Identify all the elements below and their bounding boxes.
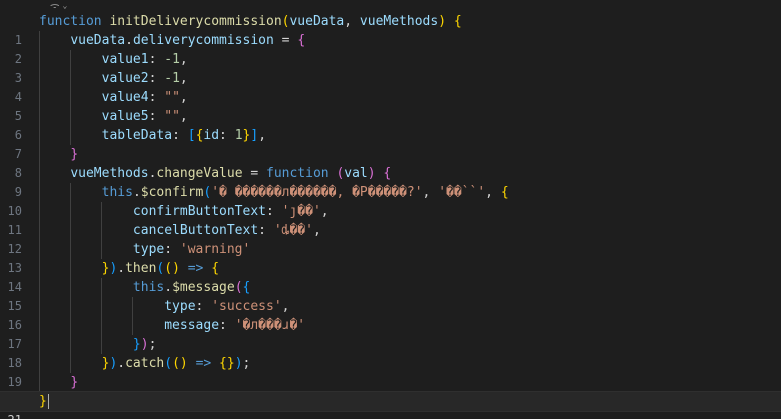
string: "": [164, 109, 180, 124]
code-line-active[interactable]: 21 }: [0, 391, 781, 419]
code-text: }: [70, 375, 79, 390]
code-text: type: 'warning': [132, 242, 251, 257]
code-text: cancelButtonText: 'ȡ��',: [132, 223, 321, 238]
code-text: confirmButtonText: 'ȷ��',: [132, 204, 329, 219]
code-line[interactable]: 18 });: [0, 335, 781, 370]
property: cancelButtonText: [132, 223, 259, 238]
code-line[interactable]: 20 }: [0, 373, 781, 408]
code-line[interactable]: 4 value2: -1,: [0, 69, 781, 104]
code-line[interactable]: 10 this.$confirm('� ������л������, �Р���…: [0, 183, 781, 218]
code-line[interactable]: 17 message: '�л���ɹ�': [0, 316, 781, 351]
property: message: [164, 318, 220, 333]
param: val: [344, 166, 368, 181]
string: '� ������л������, �Р�����?': [211, 185, 423, 200]
number: -1: [164, 71, 180, 86]
method-name: $message: [172, 280, 235, 295]
param: vueMethods: [359, 14, 439, 29]
code-text: }).catch(() => {});: [101, 356, 251, 371]
code-text: type: 'success',: [164, 299, 290, 314]
breadcrumb[interactable]: ᯙ ⌄: [50, 0, 67, 12]
keyword: function: [39, 14, 102, 29]
code-text: vueData.deliverycommission = {: [70, 33, 306, 48]
line-number: 21: [0, 411, 22, 419]
code-line[interactable]: 6 value5: "",: [0, 107, 781, 142]
chevron-down-icon[interactable]: ⌄: [63, 1, 68, 11]
method-name: catch: [125, 356, 165, 371]
code-text: this.$confirm('� ������л������, �Р�����?…: [101, 185, 509, 200]
property: value1: [101, 52, 149, 67]
code-text: vueMethods.changeValue = function (val) …: [70, 166, 392, 181]
method-name: $confirm: [140, 185, 204, 200]
string: 'ȡ��': [273, 223, 313, 238]
code-text: value5: "",: [101, 109, 188, 124]
breadcrumb-symbol[interactable]: ᯙ: [50, 1, 60, 11]
code-line[interactable]: 15 this.$message({: [0, 278, 781, 313]
property: type: [132, 242, 165, 257]
property: deliverycommission: [132, 33, 274, 48]
code-text: this.$message({: [132, 280, 251, 295]
property: tableData: [101, 128, 173, 143]
keyword: this: [101, 185, 133, 200]
code-line[interactable]: 12 cancelButtonText: 'ȡ��',: [0, 221, 781, 256]
code-line[interactable]: 8 }: [0, 145, 781, 180]
code-text: value4: "",: [101, 90, 188, 105]
code-line[interactable]: 14 }).then(() => {: [0, 259, 781, 294]
code-line[interactable]: 16 type: 'success',: [0, 297, 781, 332]
string: 'success': [211, 299, 282, 314]
property: value2: [101, 71, 149, 86]
number: 1: [234, 128, 243, 143]
code-text: value2: -1,: [101, 71, 188, 86]
param: vueData: [289, 14, 345, 29]
code-line[interactable]: 13 type: 'warning': [0, 240, 781, 275]
number: -1: [164, 52, 180, 67]
code-text: function initDeliverycommission(vueData,…: [39, 14, 462, 29]
property: value4: [101, 90, 149, 105]
code-text: });: [132, 337, 157, 352]
code-line[interactable]: 7 tableData: [{id: 1}],: [0, 126, 781, 161]
code-line[interactable]: 9 vueMethods.changeValue = function (val…: [0, 164, 781, 199]
string: '�л���ɹ�': [234, 318, 306, 333]
text-cursor: [48, 394, 49, 409]
method-name: then: [125, 261, 157, 276]
property: confirmButtonText: [132, 204, 266, 219]
identifier: vueMethods: [70, 166, 149, 181]
code-text: tableData: [{id: 1}],: [101, 128, 267, 143]
identifier: vueData: [70, 33, 126, 48]
code-text: message: '�л���ɹ�': [164, 318, 306, 333]
code-line[interactable]: 2 vueData.deliverycommission = {: [0, 31, 781, 66]
code-line[interactable]: 3 value1: -1,: [0, 50, 781, 85]
property: type: [164, 299, 196, 314]
string: 'warning': [179, 242, 251, 257]
string: 'ȷ��': [281, 204, 321, 219]
code-text: }).then(() => {: [101, 261, 220, 276]
property: value5: [101, 109, 149, 124]
code-line[interactable]: 1 function initDeliverycommission(vueDat…: [0, 12, 781, 47]
code-line[interactable]: 11 confirmButtonText: 'ȷ��',: [0, 202, 781, 237]
code-line[interactable]: 5 value4: "",: [0, 88, 781, 123]
code-editor[interactable]: ᯙ ⌄ 1 function initDeliverycommission(vu…: [0, 0, 781, 419]
code-text: }: [39, 394, 47, 409]
property: id: [203, 128, 220, 143]
code-line[interactable]: 19 }).catch(() => {});: [0, 354, 781, 389]
code-lines: 1 function initDeliverycommission(vueDat…: [0, 12, 781, 419]
keyword: this: [132, 280, 165, 295]
keyword: function: [266, 166, 329, 181]
function-name: initDeliverycommission: [109, 14, 282, 29]
method-name: changeValue: [156, 166, 243, 181]
string: '��``': [438, 185, 486, 200]
string: "": [164, 90, 180, 105]
code-text: value1: -1,: [101, 52, 188, 67]
code-text: }: [70, 147, 79, 162]
